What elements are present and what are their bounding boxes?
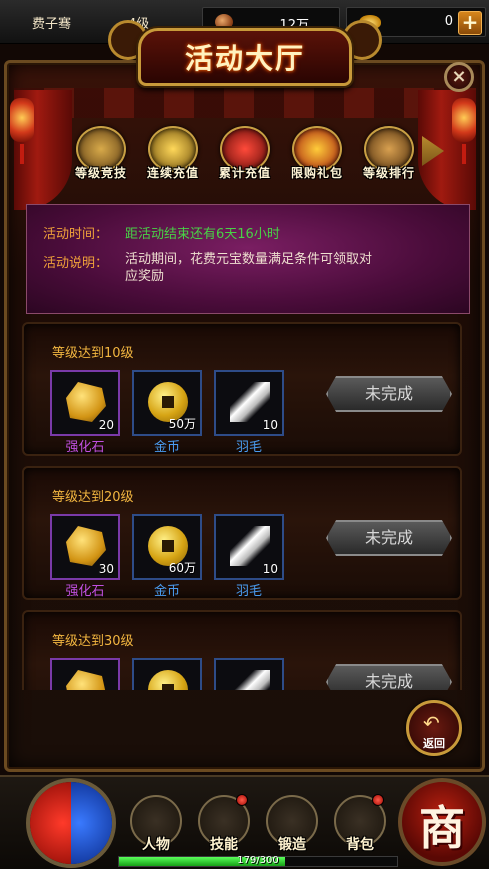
reward-row: 等级达到10级 20 强化石 50万 金币 10 羽毛 未完成: [22, 322, 462, 456]
reward-slot[interactable]: [50, 658, 120, 690]
hp-orb-half: [30, 782, 71, 864]
mp-orb-half: [71, 782, 112, 864]
back-button[interactable]: ↶ 返回: [406, 700, 462, 756]
reward-condition: 等级达到10级: [52, 346, 134, 361]
close-button[interactable]: ×: [444, 62, 474, 92]
tab-consecutive-recharge[interactable]: 连续充值: [140, 126, 206, 186]
item-name: 金币: [153, 440, 180, 455]
activity-time-value: 距活动结束还有6天16小时: [125, 227, 280, 242]
reward-slot[interactable]: [214, 658, 284, 690]
tab-label: 限购礼包: [290, 166, 343, 180]
feather-icon: [230, 382, 270, 422]
shop-label: 商: [419, 801, 465, 855]
nav-label: 锻造: [278, 837, 306, 853]
reward-row: 等级达到20级 30 强化石 60万 金币 10 羽毛 未完成: [22, 466, 462, 600]
activity-desc-label: 活动说明：: [43, 256, 109, 271]
player-name: 费子骞: [32, 17, 72, 32]
tab-label: 连续充值: [146, 166, 199, 180]
shop-button[interactable]: 商: [398, 778, 486, 866]
nav-label: 人物: [142, 837, 170, 853]
reward-condition: 等级达到30级: [52, 634, 134, 649]
experience-text: 179/300: [237, 855, 279, 866]
item-count: 10: [262, 562, 278, 576]
item-name: 羽毛: [235, 440, 262, 455]
ingot-amount: 0: [444, 14, 453, 29]
item-count: 20: [98, 418, 114, 432]
back-label: 返回: [423, 737, 445, 750]
lantern-tassel: [462, 144, 466, 164]
strengthen-stone-icon: [66, 670, 106, 690]
hp-mp-orb: [26, 778, 116, 868]
item-count: 50万: [168, 417, 196, 431]
item-count: 60万: [168, 561, 196, 575]
recharge-plus-button[interactable]: +: [458, 11, 482, 35]
reward-slot[interactable]: 20: [50, 370, 120, 436]
tab-label: 等级竞技: [74, 166, 127, 180]
activity-info-panel: 活动时间： 距活动结束还有6天16小时 活动说明： 活动期间，花费元宝数量满足条…: [26, 204, 470, 314]
nav-label: 技能: [210, 837, 238, 853]
reward-slot[interactable]: 10: [214, 370, 284, 436]
strengthen-stone-icon: [66, 382, 106, 422]
claim-status-button[interactable]: 未完成: [326, 664, 452, 690]
reward-slot[interactable]: 30: [50, 514, 120, 580]
experience-bar: 179/300: [118, 855, 398, 867]
return-arrow-icon: ↶: [423, 711, 440, 735]
reward-slot[interactable]: 60万: [132, 514, 202, 580]
strengthen-stone-icon: [66, 526, 106, 566]
item-count: 30: [98, 562, 114, 576]
activity-desc-line: 应奖励: [125, 269, 165, 284]
notification-dot-icon: [236, 794, 248, 806]
item-name: 金币: [153, 584, 180, 599]
item-count: 10: [262, 418, 278, 432]
tab-label: 累计充值: [218, 166, 271, 180]
claim-status-button[interactable]: 未完成: [326, 376, 452, 412]
reward-condition: 等级达到20级: [52, 490, 134, 505]
activity-desc-line: 活动期间，花费元宝数量满足条件可领取对: [125, 252, 373, 267]
tab-label: 等级排行: [362, 166, 415, 180]
curtain-valance: [14, 88, 476, 118]
lantern-icon: [452, 98, 476, 142]
tab-level-ranking[interactable]: 等级排行: [356, 126, 422, 186]
nav-label: 背包: [346, 837, 374, 853]
tab-level-competition[interactable]: 等级竞技: [68, 126, 134, 186]
window-title: 活动大厅: [184, 42, 305, 75]
notification-dot-icon: [372, 794, 384, 806]
reward-row: 等级达到30级 未完成: [22, 610, 462, 690]
item-name: 强化石: [65, 440, 105, 455]
claim-status-button[interactable]: 未完成: [326, 520, 452, 556]
tab-cumulative-recharge[interactable]: 累计充值: [212, 126, 278, 186]
item-name: 羽毛: [235, 584, 262, 599]
feather-icon: [230, 526, 270, 566]
reward-list[interactable]: 等级达到10级 20 强化石 50万 金币 10 羽毛 未完成 等级达到20级 …: [18, 320, 470, 690]
reward-slot[interactable]: [132, 658, 202, 690]
gold-coin-icon: [148, 670, 188, 690]
activity-time-label: 活动时间：: [43, 227, 109, 242]
lantern-icon: [10, 98, 34, 142]
tab-limited-gift-pack[interactable]: 限购礼包: [284, 126, 350, 186]
feather-icon: [230, 670, 270, 690]
title-plate: 活动大厅: [138, 28, 352, 86]
lantern-tassel: [20, 144, 24, 164]
item-name: 强化石: [65, 584, 105, 599]
reward-slot[interactable]: 50万: [132, 370, 202, 436]
reward-slot[interactable]: 10: [214, 514, 284, 580]
